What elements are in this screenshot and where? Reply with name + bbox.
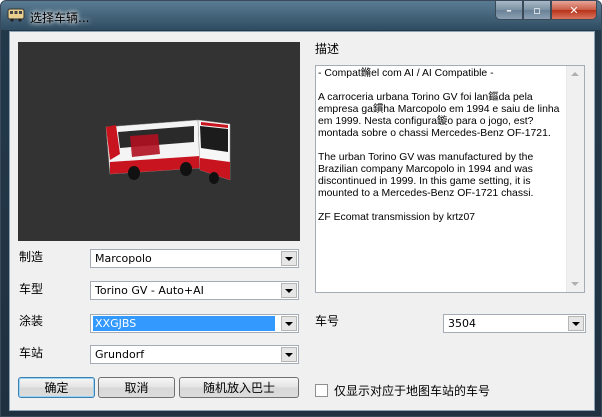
station-select[interactable]: Grundorf [90,345,299,364]
minimize-icon: – [506,3,512,17]
bus-render-image [105,119,231,184]
model-value: Torino GV - Auto+AI [95,284,204,297]
ok-button[interactable]: 确定 [18,377,95,398]
window-title: 选择车辆... [30,11,90,25]
bus-number-label: 车号 [315,314,340,328]
manufacturer-select[interactable]: Marcopolo [90,249,299,268]
chevron-down-icon[interactable] [281,347,297,362]
station-label: 车站 [19,346,44,360]
bus-preview[interactable] [18,42,300,241]
maximize-button[interactable]: ▫ [523,1,551,20]
random-bus-button[interactable]: 随机放入巴士 [179,377,299,398]
station-filter-checkbox[interactable] [315,384,328,397]
vertical-scrollbar[interactable] [566,66,584,292]
maximize-icon: ▫ [533,3,541,17]
minimize-button[interactable]: – [495,1,523,20]
bus-app-icon [7,8,25,22]
station-value: Grundorf [95,348,145,361]
bus-number-select[interactable]: 3504 [443,314,586,333]
scroll-down-arrow-icon[interactable] [571,282,579,286]
dialog-client-area: 制造 Marcopolo 车型 Torino GV - Auto+AI 涂装 X… [9,31,595,411]
livery-label: 涂装 [19,314,44,328]
manufacturer-label: 制造 [19,250,44,264]
title-bar[interactable]: 选择车辆... – ▫ ✕ [1,1,601,30]
livery-value: XXGJBS [92,315,276,332]
description-label: 描述 [315,42,340,56]
cancel-button[interactable]: 取消 [98,377,175,398]
station-filter-label[interactable]: 仅显示对应于地图车站的车号 [334,382,490,399]
manufacturer-value: Marcopolo [95,252,152,265]
description-text: - Compat鏅el com AI / AI Compatible - A c… [318,68,560,223]
scroll-up-arrow-icon[interactable] [571,72,579,76]
livery-select[interactable]: XXGJBS [90,314,299,333]
dialog-window: 选择车辆... – ▫ ✕ 制造 Marcopolo 车型 Torino GV … [0,0,602,417]
chevron-down-icon[interactable] [568,316,584,331]
description-textbox[interactable]: - Compat鏅el com AI / AI Compatible - A c… [315,65,585,293]
bus-number-value: 3504 [448,317,476,330]
model-select[interactable]: Torino GV - Auto+AI [90,281,299,300]
close-button[interactable]: ✕ [551,1,597,20]
chevron-down-icon[interactable] [281,316,297,331]
close-icon: ✕ [569,3,579,17]
chevron-down-icon[interactable] [281,283,297,298]
chevron-down-icon[interactable] [281,251,297,266]
model-label: 车型 [19,282,44,296]
